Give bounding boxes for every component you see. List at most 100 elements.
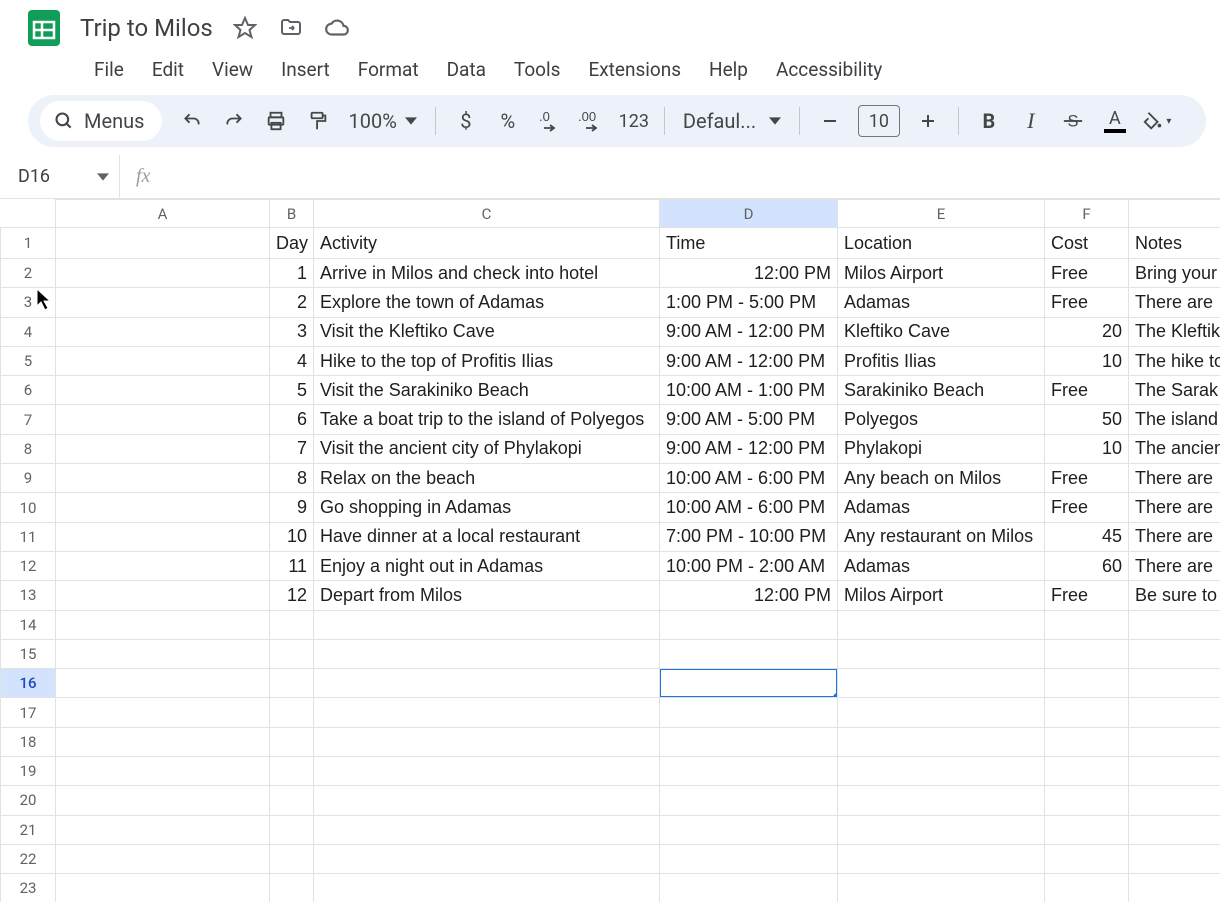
cell-E6[interactable]: Sarakiniko Beach [838,376,1045,405]
row-header-6[interactable]: 6 [1,376,56,405]
cell-E21[interactable] [838,815,1045,844]
row-header-18[interactable]: 18 [1,727,56,756]
row-header-2[interactable]: 2 [1,259,56,288]
cell-C15[interactable] [314,639,660,668]
row-header-9[interactable]: 9 [1,464,56,493]
cell-A8[interactable] [56,434,270,463]
cell-C17[interactable] [314,698,660,727]
sheets-logo-icon[interactable] [22,6,66,50]
cell-D17[interactable] [660,698,838,727]
cell-D14[interactable] [660,610,838,639]
cell-A18[interactable] [56,727,270,756]
decrease-font-button[interactable] [812,103,848,139]
menu-edit[interactable]: Edit [140,54,196,85]
menu-data[interactable]: Data [435,54,498,85]
cell-A22[interactable] [56,844,270,873]
cell-G18[interactable] [1129,727,1220,756]
cell-A1[interactable] [56,228,270,259]
cell-G2[interactable]: Bring your [1129,259,1220,288]
cell-E5[interactable]: Profitis Ilias [838,346,1045,375]
cell-G5[interactable]: The hike to [1129,346,1220,375]
strikethrough-button[interactable]: S [1055,103,1091,139]
cell-D19[interactable] [660,757,838,786]
cell-B17[interactable] [270,698,314,727]
cell-D3[interactable]: 1:00 PM - 5:00 PM [660,288,838,317]
cell-B6[interactable]: 5 [270,376,314,405]
menu-view[interactable]: View [200,54,265,85]
cell-B13[interactable]: 12 [270,581,314,610]
row-header-4[interactable]: 4 [1,317,56,346]
cell-G16[interactable] [1129,669,1220,698]
cell-D12[interactable]: 10:00 PM - 2:00 AM [660,551,838,580]
row-header-10[interactable]: 10 [1,493,56,522]
text-color-button[interactable]: A [1097,103,1133,139]
menu-file[interactable]: File [82,54,136,85]
cell-B11[interactable]: 10 [270,522,314,551]
menu-help[interactable]: Help [697,54,760,85]
cell-B12[interactable]: 11 [270,551,314,580]
font-select[interactable]: Defaul... [677,109,787,133]
cell-E11[interactable]: Any restaurant on Milos [838,522,1045,551]
cell-B20[interactable] [270,786,314,815]
cell-F7[interactable]: 50 [1045,405,1129,434]
print-button[interactable] [258,103,294,139]
move-to-folder-icon[interactable] [277,14,305,42]
menu-format[interactable]: Format [346,54,431,85]
select-all-corner[interactable] [1,200,56,228]
row-header-20[interactable]: 20 [1,786,56,815]
cell-B5[interactable]: 4 [270,346,314,375]
cell-C7[interactable]: Take a boat trip to the island of Polyeg… [314,405,660,434]
cell-D4[interactable]: 9:00 AM - 12:00 PM [660,317,838,346]
cell-G3[interactable]: There are [1129,288,1220,317]
cell-A15[interactable] [56,639,270,668]
cell-C13[interactable]: Depart from Milos [314,581,660,610]
cell-F22[interactable] [1045,844,1129,873]
menu-extensions[interactable]: Extensions [576,54,693,85]
cell-A20[interactable] [56,786,270,815]
cell-B8[interactable]: 7 [270,434,314,463]
row-header-1[interactable]: 1 [1,228,56,259]
cell-G10[interactable]: There are [1129,493,1220,522]
cell-B18[interactable] [270,727,314,756]
paint-format-button[interactable] [300,103,336,139]
cell-F1[interactable]: Cost [1045,228,1129,259]
cell-G22[interactable] [1129,844,1220,873]
row-header-15[interactable]: 15 [1,639,56,668]
col-header-G[interactable] [1129,200,1220,228]
cell-G1[interactable]: Notes [1129,228,1220,259]
cell-D2[interactable]: 12:00 PM [660,259,838,288]
cell-E18[interactable] [838,727,1045,756]
cell-A13[interactable] [56,581,270,610]
cell-A9[interactable] [56,464,270,493]
cell-F19[interactable] [1045,757,1129,786]
cell-D10[interactable]: 10:00 AM - 6:00 PM [660,493,838,522]
star-icon[interactable] [231,14,259,42]
cell-G15[interactable] [1129,639,1220,668]
percent-button[interactable]: % [490,103,526,139]
cell-E19[interactable] [838,757,1045,786]
cell-G6[interactable]: The Sarak [1129,376,1220,405]
cell-D8[interactable]: 9:00 AM - 12:00 PM [660,434,838,463]
cell-F5[interactable]: 10 [1045,346,1129,375]
cell-F4[interactable]: 20 [1045,317,1129,346]
cell-B14[interactable] [270,610,314,639]
bold-button[interactable]: B [971,103,1007,139]
increase-font-button[interactable] [910,103,946,139]
currency-button[interactable]: $ [448,103,484,139]
cell-C10[interactable]: Go shopping in Adamas [314,493,660,522]
cell-A21[interactable] [56,815,270,844]
cell-B15[interactable] [270,639,314,668]
cell-D6[interactable]: 10:00 AM - 1:00 PM [660,376,838,405]
cell-E7[interactable]: Polyegos [838,405,1045,434]
row-header-5[interactable]: 5 [1,346,56,375]
cell-F6[interactable]: Free [1045,376,1129,405]
row-header-8[interactable]: 8 [1,434,56,463]
zoom-select[interactable]: 100% [342,109,422,133]
cell-E12[interactable]: Adamas [838,551,1045,580]
cell-F15[interactable] [1045,639,1129,668]
cell-C2[interactable]: Arrive in Milos and check into hotel [314,259,660,288]
cell-C1[interactable]: Activity [314,228,660,259]
cell-E15[interactable] [838,639,1045,668]
cell-G11[interactable]: There are [1129,522,1220,551]
cell-B4[interactable]: 3 [270,317,314,346]
